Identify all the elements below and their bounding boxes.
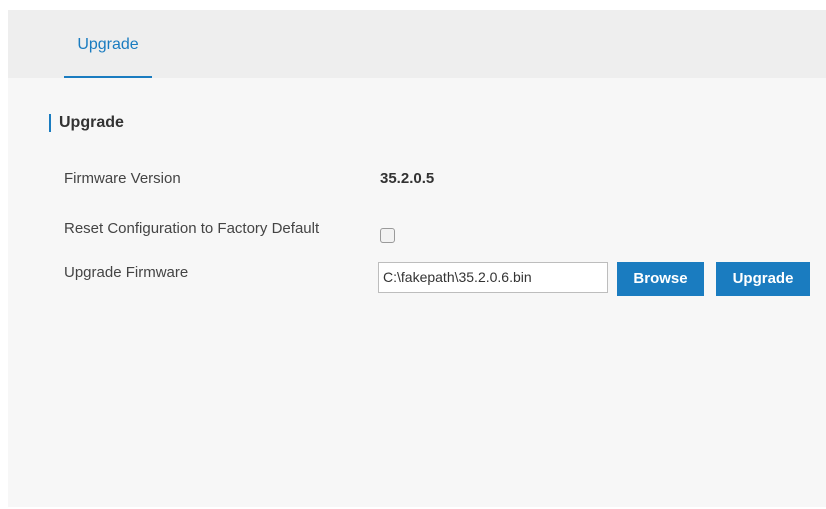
firmware-file-input[interactable]: C:\fakepath\35.2.0.6.bin <box>378 262 608 293</box>
upgrade-panel: Upgrade Upgrade Firmware Version 35.2.0.… <box>8 10 826 507</box>
reset-config-label: Reset Configuration to Factory Default <box>64 220 320 237</box>
reset-config-checkbox[interactable] <box>380 228 395 243</box>
firmware-version-value: 35.2.0.5 <box>380 170 435 187</box>
active-tab-indicator <box>64 76 152 78</box>
upgrade-firmware-label: Upgrade Firmware <box>64 264 189 281</box>
section-title: Upgrade <box>49 114 124 132</box>
tab-upgrade[interactable]: Upgrade <box>64 10 152 78</box>
browse-button[interactable]: Browse <box>617 262 704 296</box>
firmware-version-label: Firmware Version <box>64 170 181 187</box>
tab-upgrade-label: Upgrade <box>77 36 139 53</box>
tab-bar: Upgrade <box>8 10 826 78</box>
upgrade-button[interactable]: Upgrade <box>716 262 810 296</box>
